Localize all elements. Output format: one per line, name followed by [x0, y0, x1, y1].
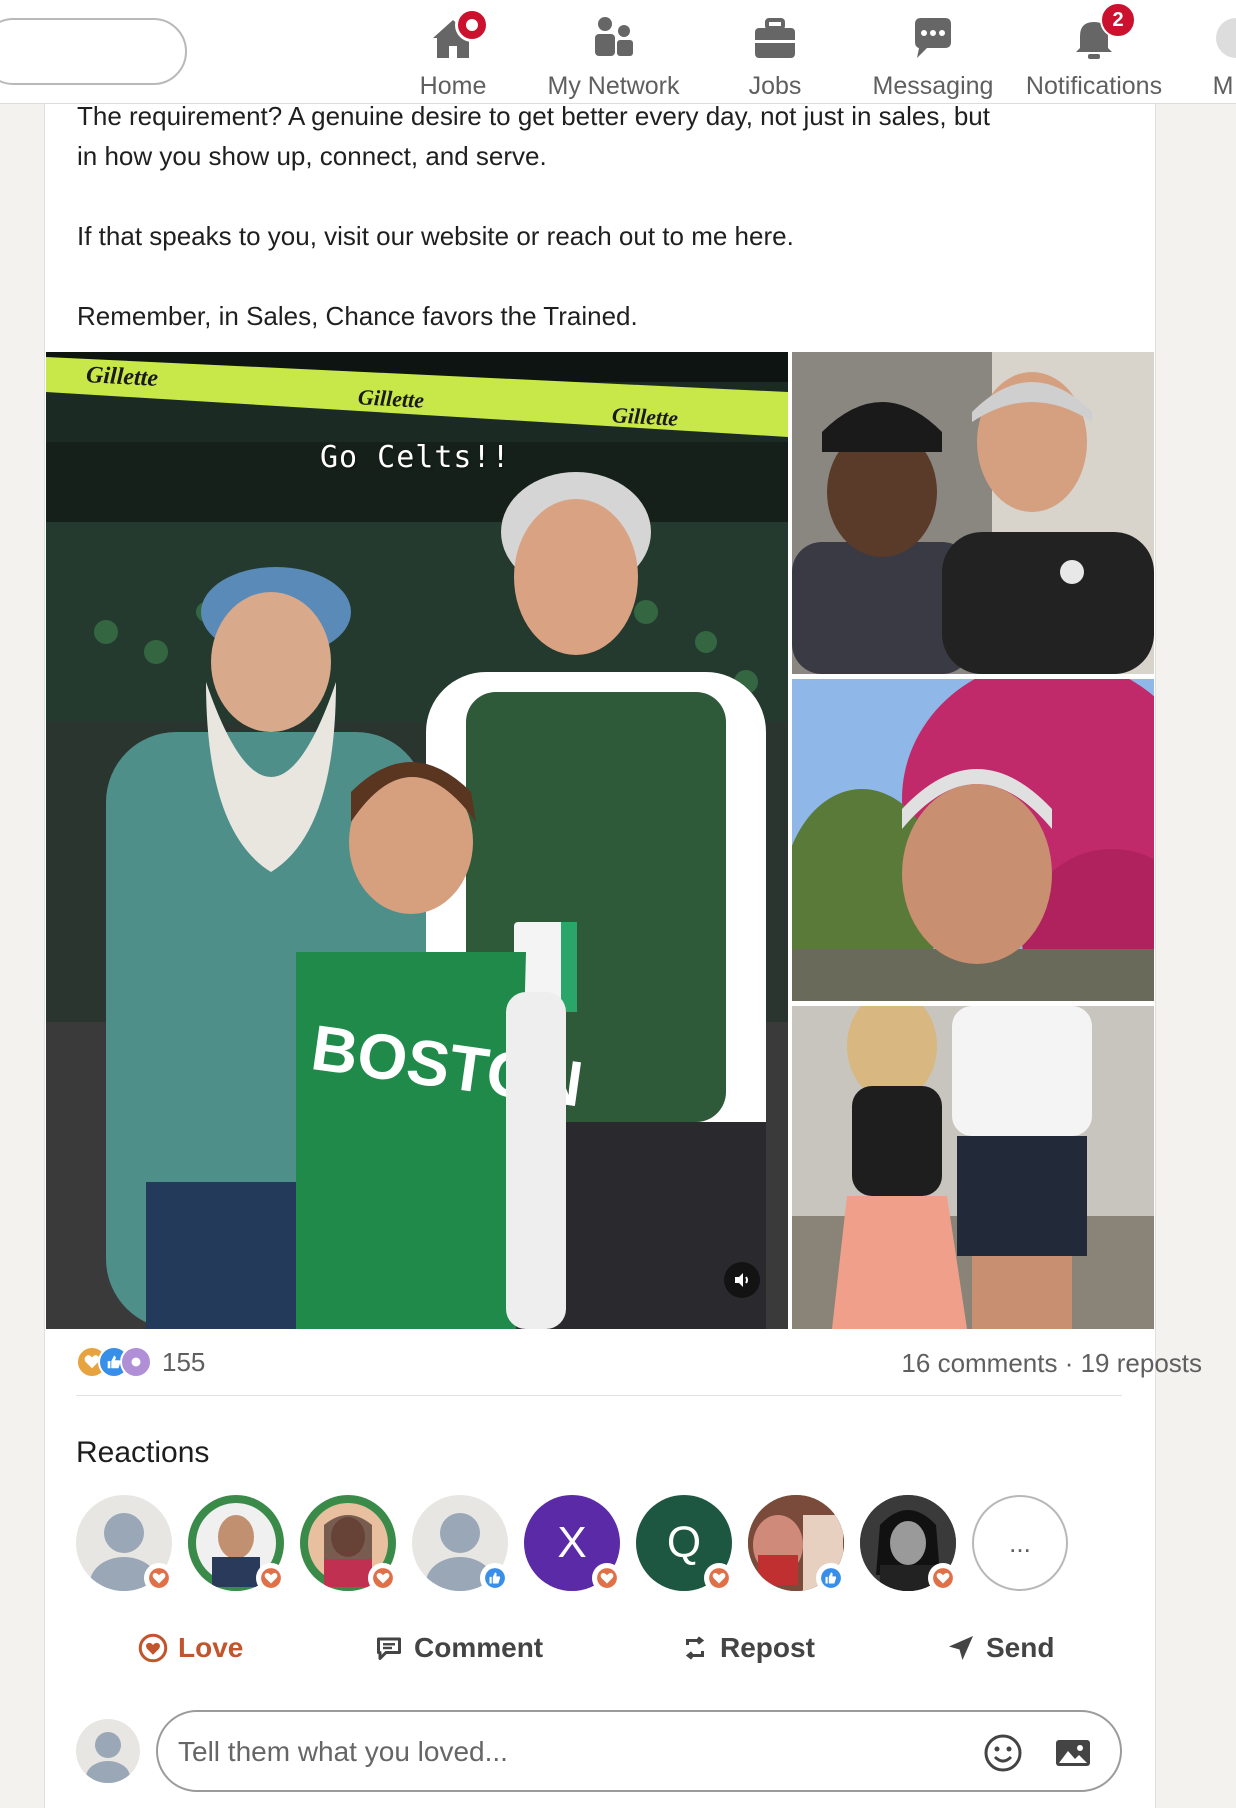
- home-icon: [429, 8, 489, 62]
- nav-my-network[interactable]: My Network: [541, 8, 686, 100]
- repost-button[interactable]: Repost: [680, 1632, 815, 1664]
- post-text-line: If that speaks to you, visit our website…: [77, 221, 794, 251]
- nav-me-label: M: [1212, 72, 1234, 100]
- bell-icon: 2: [1070, 2, 1136, 62]
- love-button[interactable]: Love: [138, 1632, 243, 1664]
- like-icon: [816, 1563, 846, 1593]
- comments-reposts-count[interactable]: 16 comments · 19 reposts: [901, 1348, 1202, 1379]
- love-icon: [144, 1563, 174, 1593]
- network-icon: [590, 14, 638, 62]
- support-reaction-icon: [120, 1346, 152, 1378]
- more-reactors-button[interactable]: ...: [972, 1495, 1068, 1591]
- comment-label: Comment: [414, 1632, 544, 1663]
- reaction-count: 155: [162, 1346, 206, 1377]
- reactor-avatar[interactable]: X: [524, 1495, 622, 1593]
- love-label: Love: [178, 1632, 244, 1663]
- post-text-line: in how you show up, connect, and serve.: [77, 141, 547, 171]
- love-icon: [592, 1563, 622, 1593]
- briefcase-icon: [751, 14, 799, 62]
- home-badge: [455, 8, 489, 42]
- nav-notifications[interactable]: 2 Notifications: [1020, 2, 1168, 100]
- divider: [76, 1395, 1122, 1396]
- nav-my-network-label: My Network: [547, 72, 680, 100]
- messaging-icon: [909, 14, 957, 62]
- notifications-badge: 2: [1100, 2, 1136, 38]
- post-photo-2[interactable]: [792, 352, 1154, 674]
- arena-sign: Gillette: [85, 362, 159, 392]
- send-icon: [949, 1636, 973, 1660]
- repost-label: Repost: [720, 1632, 815, 1663]
- reactor-avatar[interactable]: [748, 1495, 846, 1593]
- photo-overlay-text: Go Celts!!: [320, 440, 511, 475]
- nav-messaging-label: Messaging: [872, 72, 994, 100]
- nav-home[interactable]: Home: [413, 8, 493, 100]
- love-icon: [704, 1563, 734, 1593]
- arena-sign: Gillette: [357, 384, 425, 413]
- me-icon: [1210, 14, 1236, 62]
- reactor-avatar[interactable]: [76, 1495, 174, 1593]
- post-photo-main[interactable]: BOSTON Gillette Gillette Gillette: [46, 352, 788, 1329]
- nav-jobs[interactable]: Jobs: [735, 8, 815, 100]
- reactor-avatar[interactable]: [188, 1495, 286, 1593]
- my-avatar[interactable]: [76, 1719, 140, 1783]
- speaker-icon: [735, 1273, 748, 1287]
- reaction-summary[interactable]: 155: [76, 1346, 205, 1378]
- love-icon: [928, 1563, 958, 1593]
- search-input[interactable]: [0, 18, 187, 85]
- comment-button[interactable]: Comment: [374, 1632, 543, 1664]
- post-text-line: Remember, in Sales, Chance favors the Tr…: [77, 301, 638, 331]
- nav-notifications-label: Notifications: [1025, 72, 1163, 100]
- more-label: ...: [1009, 1527, 1031, 1558]
- top-navigation: Home My Network Jobs Messaging 2 Notific…: [0, 0, 1236, 104]
- send-button[interactable]: Send: [946, 1632, 1054, 1664]
- nav-jobs-label: Jobs: [748, 72, 802, 100]
- send-label: Send: [986, 1632, 1055, 1663]
- nav-me[interactable]: M: [1210, 8, 1236, 100]
- image-icon[interactable]: [1052, 1732, 1094, 1774]
- reactor-avatar[interactable]: [300, 1495, 398, 1593]
- comment-icon: [377, 1637, 401, 1660]
- reactor-avatar[interactable]: [860, 1495, 958, 1593]
- nav-messaging[interactable]: Messaging: [868, 8, 998, 100]
- like-icon: [480, 1563, 510, 1593]
- arena-sign: Gillette: [611, 402, 679, 431]
- emoji-icon[interactable]: [982, 1732, 1024, 1774]
- reactions-title: Reactions: [76, 1436, 210, 1469]
- reactor-avatar[interactable]: [412, 1495, 510, 1593]
- post-photo-4[interactable]: [792, 1006, 1154, 1329]
- reactor-avatars: X Q ...: [76, 1495, 1076, 1593]
- reactor-avatar[interactable]: Q: [636, 1495, 734, 1593]
- nav-home-label: Home: [419, 72, 487, 100]
- repost-icon: [685, 1636, 705, 1660]
- comment-box: [156, 1710, 1122, 1792]
- love-icon: [368, 1563, 398, 1593]
- love-icon: [138, 1633, 168, 1663]
- comment-input[interactable]: [178, 1728, 938, 1776]
- post-photo-3[interactable]: [792, 679, 1154, 1001]
- love-icon: [256, 1563, 286, 1593]
- audio-button[interactable]: [724, 1262, 760, 1298]
